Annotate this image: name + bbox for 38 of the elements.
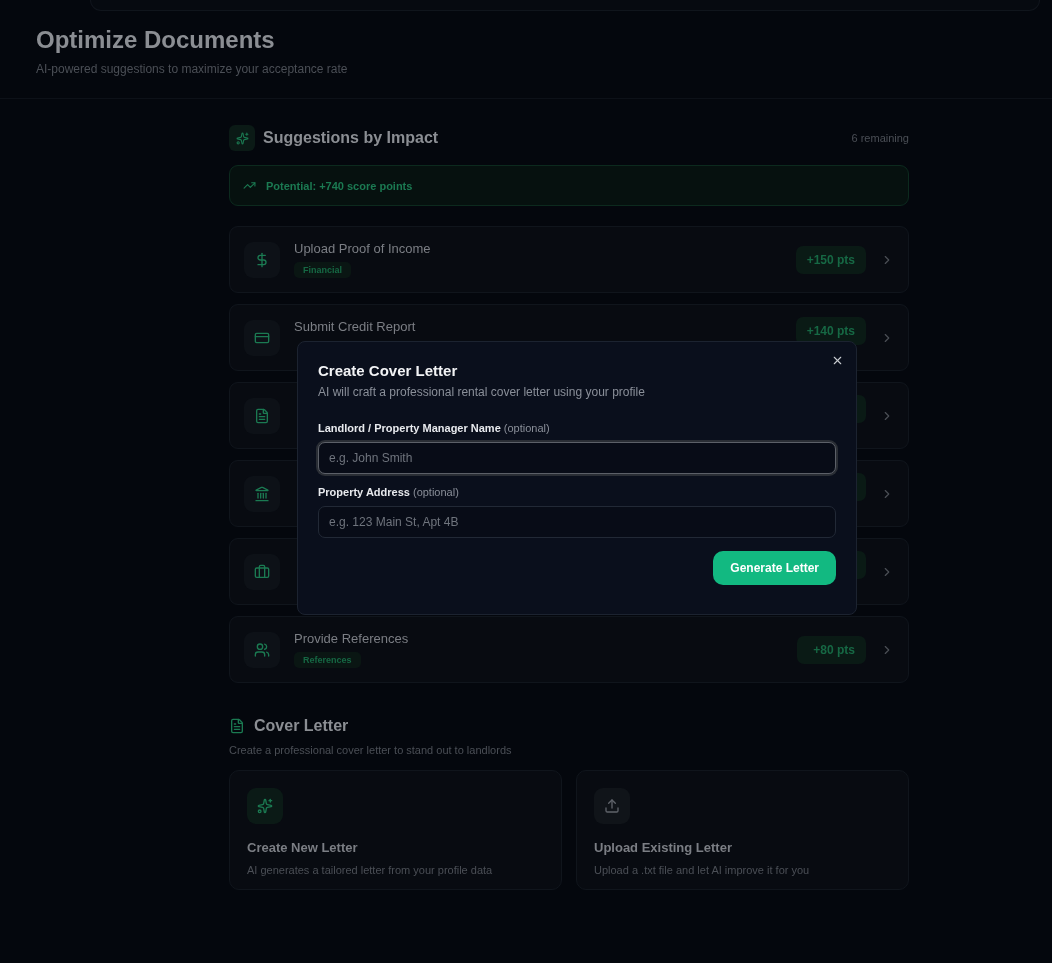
section-title: Cover Letter — [254, 717, 349, 735]
document-icon — [244, 397, 280, 434]
input-field[interactable]: e.g. 123 Main St, Apt 4B — [318, 506, 836, 538]
trend-up-icon — [243, 179, 256, 192]
card-description: AI generates a tailored letter from your profile data — [247, 864, 494, 876]
close-button[interactable] — [831, 354, 844, 367]
page-subtitle: AI-powered suggestions to maximize your acceptance rate — [36, 62, 349, 76]
category-tag: Financial — [294, 261, 351, 278]
card-description: Upload a .txt file and let AI improve it for you — [594, 864, 811, 876]
dollar-icon — [244, 241, 280, 278]
generate-button[interactable]: Generate Letter — [713, 551, 836, 585]
card-title: Upload Existing Letter — [594, 840, 733, 855]
card-title: Create New Letter — [247, 840, 359, 855]
suggestion-card[interactable]: Upload Proof of Income Financial +150 pts — [229, 226, 909, 293]
category-tag: References — [294, 651, 361, 668]
suggestion-title: Upload Proof of Income — [294, 240, 431, 256]
section-title: Suggestions by Impact — [263, 129, 440, 147]
sparkles-icon — [229, 125, 255, 151]
field-label: Property Address (optional) — [318, 486, 460, 498]
dialog-subtitle: AI will craft a professional rental cover letter using your profile — [318, 385, 646, 399]
credit-card-icon — [244, 319, 280, 356]
remaining-count: 6 remaining — [851, 132, 909, 144]
potential-text: Potential: +740 score points — [266, 179, 413, 192]
points-badge: +150 pts — [795, 245, 866, 274]
users-icon — [244, 631, 280, 668]
suggestion-title: Provide References — [294, 630, 409, 646]
option-card[interactable]: Upload Existing Letter Upload a .txt file and let AI improve it for you — [576, 770, 909, 890]
field-label: Landlord / Property Manager Name (optional) — [318, 422, 551, 434]
suggestion-card[interactable]: Provide References References +80 pts — [229, 616, 909, 683]
page-title: Optimize Documents — [36, 26, 276, 54]
input-field[interactable]: e.g. John Smith — [318, 442, 836, 474]
bank-icon — [244, 475, 280, 512]
option-card[interactable]: Create New Letter AI generates a tailored letter from your profile data — [229, 770, 562, 890]
suggestion-title: Submit Credit Report — [294, 318, 416, 334]
section-subtitle: Create a professional cover letter to stand out to landlords — [229, 744, 513, 756]
document-icon — [229, 718, 245, 734]
points-badge: +80 pts — [797, 635, 866, 664]
briefcase-icon — [244, 553, 280, 590]
